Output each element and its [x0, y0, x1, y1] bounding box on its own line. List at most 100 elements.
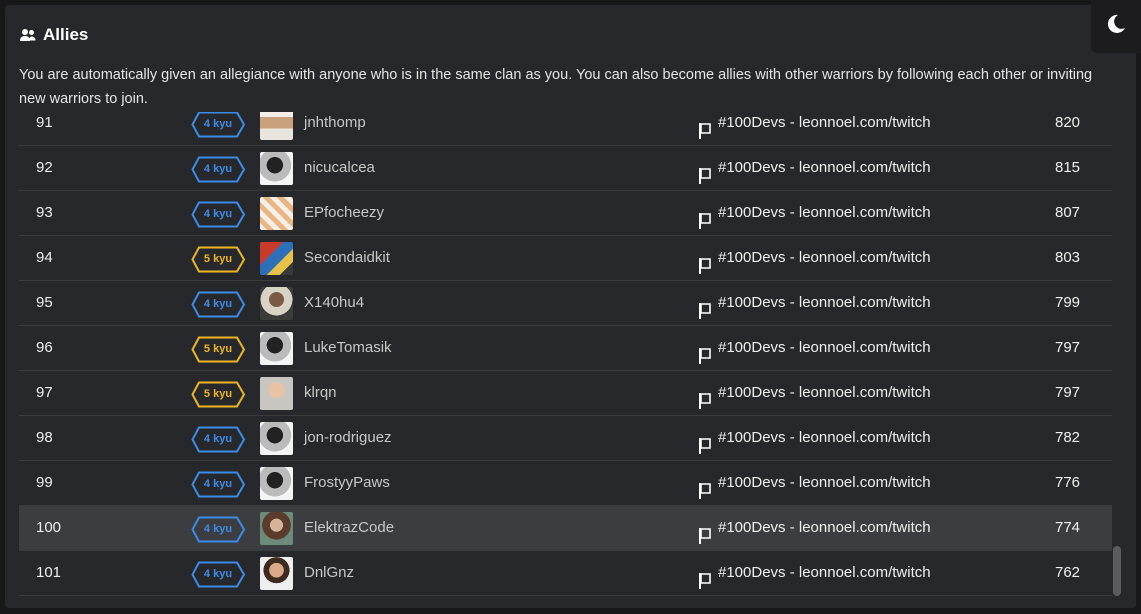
section-title: Allies [19, 25, 88, 45]
clan-name: #100Devs - leonnoel.com/twitch [718, 204, 931, 221]
table-row[interactable]: 93 4 kyu EPfocheezy #100Devs - leonnoel.… [19, 191, 1112, 236]
avatar[interactable] [260, 377, 293, 410]
avatar[interactable] [260, 557, 293, 590]
honor-value: 807 [1055, 204, 1081, 221]
honor-value: 797 [1055, 339, 1081, 356]
flag-icon [698, 519, 712, 544]
honor-value: 762 [1055, 564, 1081, 581]
clan-label: #100Devs - leonnoel.com/twitch [698, 506, 931, 550]
rank-label: 4 kyu [203, 568, 233, 580]
clan-name: #100Devs - leonnoel.com/twitch [718, 249, 931, 266]
avatar[interactable] [260, 242, 293, 275]
rank-label: 4 kyu [203, 433, 233, 445]
username-link[interactable]: nicucalcea [304, 146, 375, 190]
rank-badge: 5 kyu [191, 246, 247, 273]
flag-icon [698, 384, 712, 409]
table-row[interactable]: 94 5 kyu Secondaidkit #100Devs - leonnoe… [19, 236, 1112, 281]
rank-badge: 4 kyu [191, 156, 247, 183]
table-row[interactable]: 91 4 kyu jnhthomp #100Devs - leonnoel.co… [19, 112, 1112, 146]
flag-icon [698, 339, 712, 364]
users-icon [19, 26, 37, 44]
honor-value: 815 [1055, 159, 1081, 176]
username-link[interactable]: FrostyyPaws [304, 461, 390, 505]
rank-label: 4 kyu [203, 478, 233, 490]
position-number: 97 [36, 384, 53, 401]
avatar[interactable] [260, 467, 293, 500]
honor-value: 797 [1055, 384, 1081, 401]
position-number: 95 [36, 294, 53, 311]
clan-label: #100Devs - leonnoel.com/twitch [698, 191, 931, 235]
clan-label: #100Devs - leonnoel.com/twitch [698, 281, 931, 325]
clan-label: #100Devs - leonnoel.com/twitch [698, 146, 931, 190]
clan-label: #100Devs - leonnoel.com/twitch [698, 236, 931, 280]
table-row[interactable]: 100 4 kyu ElektrazCode #100Devs - leonno… [19, 506, 1112, 551]
allies-panel: Allies You are automatically given an al… [5, 5, 1136, 608]
position-number: 94 [36, 249, 53, 266]
flag-icon [698, 204, 712, 229]
position-number: 98 [36, 429, 53, 446]
username-link[interactable]: Secondaidkit [304, 236, 390, 280]
rank-badge: 4 kyu [191, 516, 247, 543]
flag-icon [698, 114, 712, 139]
rank-badge: 4 kyu [191, 112, 247, 138]
rank-label: 4 kyu [203, 163, 233, 175]
rank-badge: 4 kyu [191, 471, 247, 498]
avatar[interactable] [260, 112, 293, 140]
clan-label: #100Devs - leonnoel.com/twitch [698, 461, 931, 505]
avatar[interactable] [260, 287, 293, 320]
username-link[interactable]: X140hu4 [304, 281, 364, 325]
flag-icon [698, 429, 712, 454]
position-number: 101 [36, 564, 62, 581]
flag-icon [698, 249, 712, 274]
clan-name: #100Devs - leonnoel.com/twitch [718, 429, 931, 446]
flag-icon [698, 474, 712, 499]
avatar[interactable] [260, 332, 293, 365]
position-number: 100 [36, 519, 62, 536]
position-number: 91 [36, 114, 53, 131]
rank-badge: 4 kyu [191, 201, 247, 228]
honor-value: 803 [1055, 249, 1081, 266]
username-link[interactable]: klrqn [304, 371, 337, 415]
table-row[interactable]: 101 4 kyu DnlGnz #100Devs - leonnoel.com… [19, 551, 1112, 596]
rank-label: 5 kyu [203, 343, 233, 355]
table-row[interactable]: 96 5 kyu LukeTomasik #100Devs - leonnoel… [19, 326, 1112, 371]
username-link[interactable]: jon-rodriguez [304, 416, 392, 460]
honor-value: 820 [1055, 114, 1081, 131]
rank-label: 4 kyu [203, 523, 233, 535]
username-link[interactable]: EPfocheezy [304, 191, 384, 235]
table-row[interactable]: 92 4 kyu nicucalcea #100Devs - leonnoel.… [19, 146, 1112, 191]
moon-icon [1105, 13, 1127, 40]
allies-table[interactable]: 91 4 kyu jnhthomp #100Devs - leonnoel.co… [19, 112, 1112, 608]
table-row[interactable]: 99 4 kyu FrostyyPaws #100Devs - leonnoel… [19, 461, 1112, 506]
table-row[interactable]: 95 4 kyu X140hu4 #100Devs - leonnoel.com… [19, 281, 1112, 326]
clan-name: #100Devs - leonnoel.com/twitch [718, 564, 931, 581]
rank-badge: 4 kyu [191, 561, 247, 588]
username-link[interactable]: jnhthomp [304, 112, 366, 145]
username-link[interactable]: LukeTomasik [304, 326, 392, 370]
rank-badge: 5 kyu [191, 336, 247, 363]
clan-name: #100Devs - leonnoel.com/twitch [718, 384, 931, 401]
rank-badge: 4 kyu [191, 426, 247, 453]
rank-label: 5 kyu [203, 388, 233, 400]
table-row[interactable]: 97 5 kyu klrqn #100Devs - leonnoel.com/t… [19, 371, 1112, 416]
position-number: 92 [36, 159, 53, 176]
avatar[interactable] [260, 512, 293, 545]
scrollbar-thumb[interactable] [1113, 546, 1121, 596]
clan-name: #100Devs - leonnoel.com/twitch [718, 474, 931, 491]
clan-name: #100Devs - leonnoel.com/twitch [718, 519, 931, 536]
avatar[interactable] [260, 422, 293, 455]
table-row[interactable]: 98 4 kyu jon-rodriguez #100Devs - leonno… [19, 416, 1112, 461]
honor-value: 799 [1055, 294, 1081, 311]
clan-label: #100Devs - leonnoel.com/twitch [698, 551, 931, 595]
section-description: You are automatically given an allegianc… [19, 67, 1093, 107]
username-link[interactable]: DnlGnz [304, 551, 354, 595]
avatar[interactable] [260, 152, 293, 185]
username-link[interactable]: ElektrazCode [304, 506, 394, 550]
rank-label: 4 kyu [203, 208, 233, 220]
rank-label: 4 kyu [203, 298, 233, 310]
flag-icon [698, 294, 712, 319]
clan-name: #100Devs - leonnoel.com/twitch [718, 294, 931, 311]
theme-toggle-button[interactable] [1091, 0, 1141, 53]
clan-label: #100Devs - leonnoel.com/twitch [698, 416, 931, 460]
avatar[interactable] [260, 197, 293, 230]
